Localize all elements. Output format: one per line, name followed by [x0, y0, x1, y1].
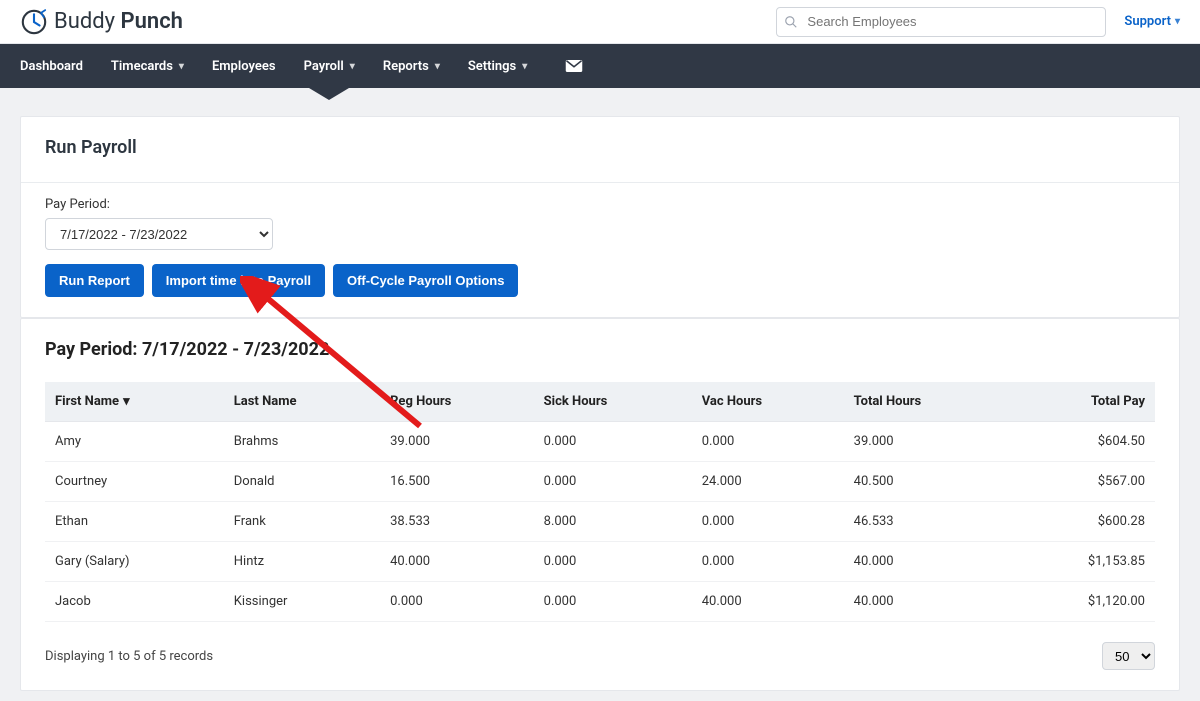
cell-first-name: Gary (Salary) [45, 542, 224, 582]
page-size-select[interactable]: 50 [1102, 642, 1155, 670]
cell-last-name: Hintz [224, 542, 380, 582]
page-body: Run Payroll Pay Period: 7/17/2022 - 7/23… [0, 88, 1200, 701]
cell-vac-hours: 0.000 [692, 542, 844, 582]
envelope-icon [565, 59, 583, 73]
cell-reg-hours: 16.500 [380, 462, 534, 502]
col-vac-hours[interactable]: Vac Hours [692, 382, 844, 422]
chevron-down-icon: ▾ [123, 394, 130, 409]
cell-first-name: Courtney [45, 462, 224, 502]
cell-reg-hours: 0.000 [380, 582, 534, 622]
panel-title: Run Payroll [45, 137, 1155, 158]
nav-timecards[interactable]: Timecards▾ [111, 44, 184, 88]
chevron-down-icon: ▾ [1175, 16, 1180, 27]
chevron-down-icon: ▾ [350, 61, 355, 72]
pay-period-select[interactable]: 7/17/2022 - 7/23/2022 [45, 218, 273, 250]
brand-logo-icon [20, 8, 48, 36]
import-time-button[interactable]: Import time into Payroll [152, 264, 325, 297]
cell-total-pay: $1,120.00 [1009, 582, 1155, 622]
nav-messages[interactable] [565, 44, 583, 88]
brand-name: Buddy Punch [54, 9, 183, 34]
table-header-row: First Name▾ Last Name Reg Hours Sick Hou… [45, 382, 1155, 422]
navbar: Dashboard Timecards▾ Employees Payroll▾ … [0, 44, 1200, 88]
nav-reports[interactable]: Reports▾ [383, 44, 440, 88]
nav-settings[interactable]: Settings▾ [468, 44, 527, 88]
nav-payroll[interactable]: Payroll▾ [304, 44, 355, 88]
cell-total-hours: 40.500 [844, 462, 1009, 502]
cell-vac-hours: 40.000 [692, 582, 844, 622]
cell-last-name: Kissinger [224, 582, 380, 622]
support-label: Support [1124, 14, 1171, 29]
nav-dashboard[interactable]: Dashboard [20, 44, 83, 88]
col-total-pay[interactable]: Total Pay [1009, 382, 1155, 422]
cell-vac-hours: 24.000 [692, 462, 844, 502]
col-first-name[interactable]: First Name▾ [45, 382, 224, 422]
cell-total-hours: 40.000 [844, 582, 1009, 622]
cell-reg-hours: 40.000 [380, 542, 534, 582]
cell-total-pay: $604.50 [1009, 422, 1155, 462]
cell-reg-hours: 39.000 [380, 422, 534, 462]
table-row[interactable]: AmyBrahms39.0000.0000.00039.000$604.50 [45, 422, 1155, 462]
cell-total-hours: 46.533 [844, 502, 1009, 542]
cell-vac-hours: 0.000 [692, 502, 844, 542]
button-row: Run Report Import time into Payroll Off-… [45, 264, 1155, 297]
table-row[interactable]: JacobKissinger0.0000.00040.00040.000$1,1… [45, 582, 1155, 622]
cell-last-name: Donald [224, 462, 380, 502]
run-payroll-panel: Run Payroll Pay Period: 7/17/2022 - 7/23… [20, 116, 1180, 318]
topbar: Buddy Punch Support ▾ [0, 0, 1200, 44]
cell-total-pay: $600.28 [1009, 502, 1155, 542]
cell-sick-hours: 0.000 [534, 582, 692, 622]
brand[interactable]: Buddy Punch [20, 8, 183, 36]
pay-period-panel: Pay Period: 7/17/2022 - 7/23/2022 First … [20, 318, 1180, 691]
search-icon [784, 15, 798, 29]
search-input[interactable] [776, 7, 1106, 37]
col-total-hours[interactable]: Total Hours [844, 382, 1009, 422]
nav-employees[interactable]: Employees [212, 44, 276, 88]
cell-sick-hours: 0.000 [534, 422, 692, 462]
cell-total-pay: $567.00 [1009, 462, 1155, 502]
run-report-button[interactable]: Run Report [45, 264, 144, 297]
cell-sick-hours: 0.000 [534, 462, 692, 502]
top-right: Support ▾ [776, 7, 1180, 37]
pay-period-title: Pay Period: 7/17/2022 - 7/23/2022 [45, 339, 1155, 360]
cell-first-name: Amy [45, 422, 224, 462]
chevron-down-icon: ▾ [179, 61, 184, 72]
off-cycle-button[interactable]: Off-Cycle Payroll Options [333, 264, 518, 297]
payroll-table: First Name▾ Last Name Reg Hours Sick Hou… [45, 382, 1155, 622]
active-tab-arrow-icon [309, 88, 349, 100]
cell-last-name: Frank [224, 502, 380, 542]
record-count: Displaying 1 to 5 of 5 records [45, 649, 213, 664]
table-row[interactable]: EthanFrank38.5338.0000.00046.533$600.28 [45, 502, 1155, 542]
col-sick-hours[interactable]: Sick Hours [534, 382, 692, 422]
search-wrap [776, 7, 1106, 37]
chevron-down-icon: ▾ [435, 61, 440, 72]
col-last-name[interactable]: Last Name [224, 382, 380, 422]
col-reg-hours[interactable]: Reg Hours [380, 382, 534, 422]
cell-sick-hours: 0.000 [534, 542, 692, 582]
pay-period-label: Pay Period: [45, 197, 1155, 212]
divider [21, 182, 1179, 183]
cell-last-name: Brahms [224, 422, 380, 462]
cell-vac-hours: 0.000 [692, 422, 844, 462]
support-link[interactable]: Support ▾ [1124, 14, 1180, 29]
cell-total-hours: 40.000 [844, 542, 1009, 582]
cell-first-name: Ethan [45, 502, 224, 542]
table-footer: Displaying 1 to 5 of 5 records 50 [45, 642, 1155, 670]
cell-total-hours: 39.000 [844, 422, 1009, 462]
table-row[interactable]: CourtneyDonald16.5000.00024.00040.500$56… [45, 462, 1155, 502]
table-row[interactable]: Gary (Salary)Hintz40.0000.0000.00040.000… [45, 542, 1155, 582]
chevron-down-icon: ▾ [522, 61, 527, 72]
cell-sick-hours: 8.000 [534, 502, 692, 542]
cell-total-pay: $1,153.85 [1009, 542, 1155, 582]
cell-first-name: Jacob [45, 582, 224, 622]
cell-reg-hours: 38.533 [380, 502, 534, 542]
